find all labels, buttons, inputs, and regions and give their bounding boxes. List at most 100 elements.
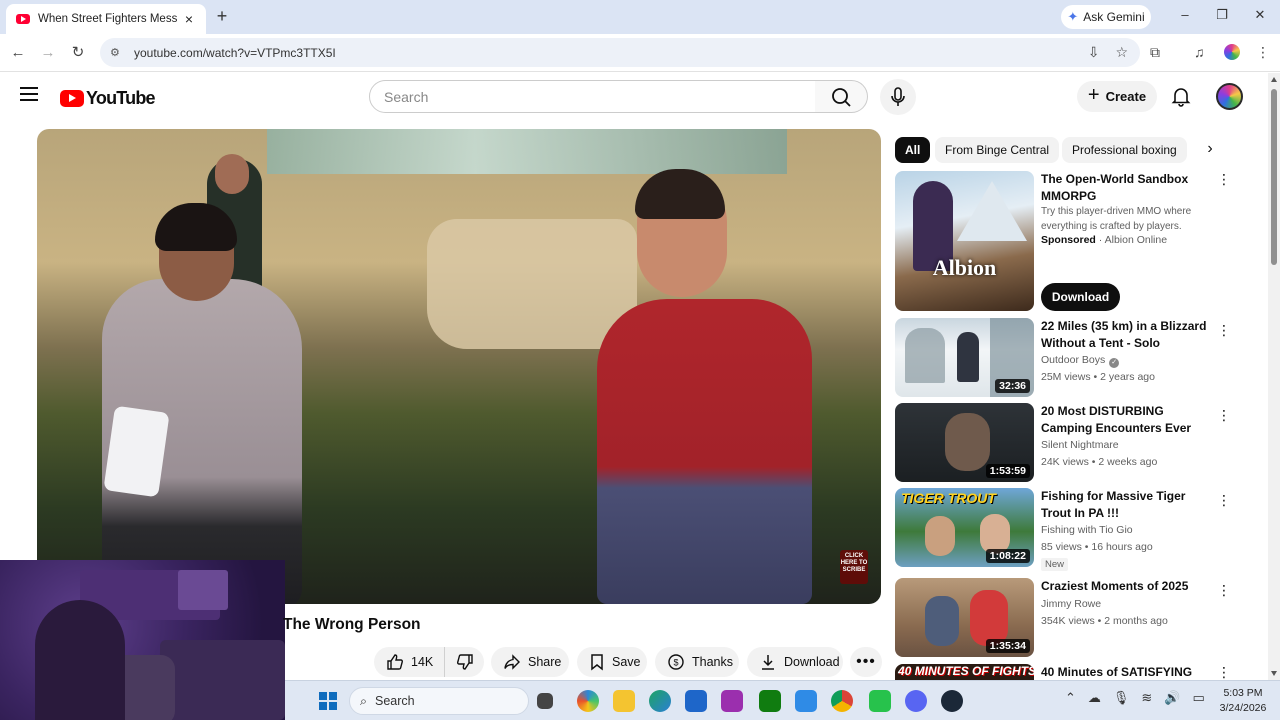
scroll-down-arrow-icon[interactable]: [1271, 671, 1277, 676]
channel-name[interactable]: Silent Nightmare: [1041, 439, 1119, 451]
more-options-icon[interactable]: ⋮: [1217, 323, 1231, 337]
recommendation-item[interactable]: TIGER TROUT 1:08:22 Fishing for Massive …: [895, 488, 1235, 571]
chip-from-binge-central[interactable]: From Binge Central: [935, 137, 1060, 163]
show-hidden-icons-icon[interactable]: ⌃: [1065, 690, 1076, 706]
ad-thumbnail[interactable]: Albion: [895, 171, 1034, 311]
search-input[interactable]: Search: [369, 80, 816, 113]
chrome-menu-icon[interactable]: ⋮: [1256, 44, 1270, 61]
chrome-profile-avatar[interactable]: [1224, 44, 1240, 60]
site-info-icon[interactable]: ⚙: [110, 46, 124, 60]
install-app-icon[interactable]: ⇩: [1088, 44, 1100, 61]
battery-icon[interactable]: ▭: [1193, 690, 1205, 706]
recommendation-item[interactable]: 1:53:59 20 Most DISTURBING Camping Encou…: [895, 403, 1235, 483]
subscribe-watermark[interactable]: CLICK HERE TO SCRIBE: [840, 550, 868, 584]
video-meta: 24K views • 2 weeks ago: [1041, 456, 1158, 468]
video-frame-person-red: [597, 299, 812, 604]
windows-start-icon[interactable]: [319, 692, 337, 710]
wifi-icon[interactable]: ≋: [1141, 690, 1152, 706]
media-controls-icon[interactable]: ♫: [1194, 44, 1205, 60]
more-options-icon[interactable]: ⋮: [1217, 665, 1231, 679]
video-player[interactable]: CLICK HERE TO SCRIBE: [37, 129, 881, 604]
ad-title[interactable]: The Open-World Sandbox MMORPG: [1041, 171, 1213, 204]
tab-search-icon[interactable]: ⧉: [1150, 44, 1160, 61]
discord-icon[interactable]: [905, 690, 927, 712]
back-arrow-icon[interactable]: ←: [8, 43, 28, 63]
video-title-link[interactable]: Fishing for Massive Tiger Trout In PA !!…: [1041, 488, 1213, 521]
scrollbar-thumb[interactable]: [1271, 89, 1277, 265]
file-explorer-icon[interactable]: [613, 690, 635, 712]
video-thumbnail[interactable]: TIGER TROUT 1:08:22: [895, 488, 1034, 567]
page-scrollbar[interactable]: [1268, 73, 1280, 680]
task-view-icon[interactable]: [537, 693, 553, 709]
video-title-link[interactable]: 20 Most DISTURBING Camping Encounters Ev…: [1041, 403, 1213, 437]
forward-arrow-icon[interactable]: →: [38, 43, 58, 63]
restore-window-button[interactable]: ❐: [1207, 7, 1237, 23]
video-title-link[interactable]: 40 Minutes of SATISFYING: [1041, 664, 1213, 680]
save-button[interactable]: Save: [577, 647, 647, 677]
dislike-button[interactable]: [444, 647, 484, 677]
download-button[interactable]: Download: [747, 647, 843, 677]
video-thumbnail[interactable]: 1:53:59: [895, 403, 1034, 482]
browser-tab[interactable]: When Street Fighters Mess With ×: [6, 4, 206, 34]
thanks-button[interactable]: $ Thanks: [655, 647, 739, 677]
recommendation-item[interactable]: 40 MINUTES OF FIGHTS 40 Minutes of SATIS…: [895, 664, 1235, 680]
steam-icon[interactable]: [941, 690, 963, 712]
xbox-icon[interactable]: [759, 690, 781, 712]
video-meta: 354K views • 2 months ago: [1041, 615, 1168, 627]
more-options-icon[interactable]: ⋮: [1217, 583, 1231, 597]
new-badge: New: [1041, 558, 1069, 571]
video-title-link[interactable]: Craziest Moments of 2025: [1041, 578, 1213, 595]
volume-icon[interactable]: 🔊: [1164, 690, 1180, 706]
chevron-right-icon[interactable]: ›: [1200, 140, 1220, 160]
account-avatar[interactable]: [1216, 83, 1243, 110]
url-text: youtube.com/watch?v=VTPmc3TTX5I: [134, 45, 336, 60]
share-button[interactable]: Share: [491, 647, 569, 677]
channel-name[interactable]: Outdoor Boys ✓: [1041, 354, 1120, 368]
minimize-window-button[interactable]: –: [1170, 7, 1200, 22]
more-options-icon[interactable]: ⋮: [1217, 408, 1231, 422]
kick-app-icon[interactable]: [869, 690, 891, 712]
more-actions-button[interactable]: •••: [850, 647, 882, 677]
youtube-logo[interactable]: YouTube: [60, 88, 156, 109]
youtube-play-icon: [60, 90, 84, 107]
cloud-icon[interactable]: ☁: [1088, 690, 1101, 706]
ad-download-button[interactable]: Download: [1041, 283, 1120, 311]
more-options-icon[interactable]: ⋮: [1217, 493, 1231, 507]
taskbar-clock[interactable]: 5:03 PM 3/24/2026: [1213, 686, 1273, 716]
channel-name[interactable]: Fishing with Tio Gio: [1041, 524, 1133, 536]
hamburger-menu-icon[interactable]: [20, 87, 38, 101]
chip-professional-boxing[interactable]: Professional boxing: [1062, 137, 1187, 163]
like-button[interactable]: 14K: [374, 647, 444, 677]
ask-gemini-button[interactable]: ✦ Ask Gemini: [1061, 5, 1151, 29]
chip-all[interactable]: All: [895, 137, 931, 163]
notifications-bell-icon[interactable]: [1170, 85, 1192, 107]
microphone-tray-icon[interactable]: 🎙: [1113, 690, 1130, 706]
video-thumbnail[interactable]: 40 MINUTES OF FIGHTS: [895, 664, 1034, 680]
copilot-icon[interactable]: [577, 690, 599, 712]
sponsored-ad-item[interactable]: Albion The Open-World Sandbox MMORPG Try…: [895, 171, 1235, 313]
mail-app-icon[interactable]: [795, 690, 817, 712]
scroll-up-arrow-icon[interactable]: [1271, 77, 1277, 82]
recommendation-item[interactable]: 32:36 22 Miles (35 km) in a Blizzard Wit…: [895, 318, 1235, 398]
media-app-icon[interactable]: [721, 690, 743, 712]
more-options-icon[interactable]: ⋮: [1217, 172, 1231, 186]
bookmark-star-icon[interactable]: ☆: [1115, 44, 1128, 61]
voice-search-button[interactable]: [880, 79, 916, 115]
sponsored-label: Sponsored: [1041, 234, 1096, 246]
reload-icon[interactable]: ↻: [68, 43, 88, 63]
url-bar[interactable]: ⚙ youtube.com/watch?v=VTPmc3TTX5I ⇩ ☆: [100, 38, 1140, 67]
close-tab-button[interactable]: ×: [180, 11, 198, 27]
video-title-link[interactable]: 22 Miles (35 km) in a Blizzard Without a…: [1041, 318, 1213, 352]
channel-name[interactable]: Jimmy Rowe: [1041, 598, 1101, 610]
recommendation-item[interactable]: 1:35:34 Craziest Moments of 2025 Jimmy R…: [895, 578, 1235, 658]
create-button[interactable]: + Create: [1077, 81, 1157, 112]
edge-browser-icon[interactable]: [649, 690, 671, 712]
taskbar-search-box[interactable]: ⌕ Search: [349, 687, 529, 715]
video-thumbnail[interactable]: 1:35:34: [895, 578, 1034, 657]
chrome-icon[interactable]: [831, 690, 853, 712]
microsoft-store-icon[interactable]: [685, 690, 707, 712]
search-button[interactable]: [815, 80, 868, 113]
video-thumbnail[interactable]: 32:36: [895, 318, 1034, 397]
close-window-button[interactable]: ✕: [1245, 7, 1275, 23]
new-tab-button[interactable]: +: [212, 6, 232, 27]
